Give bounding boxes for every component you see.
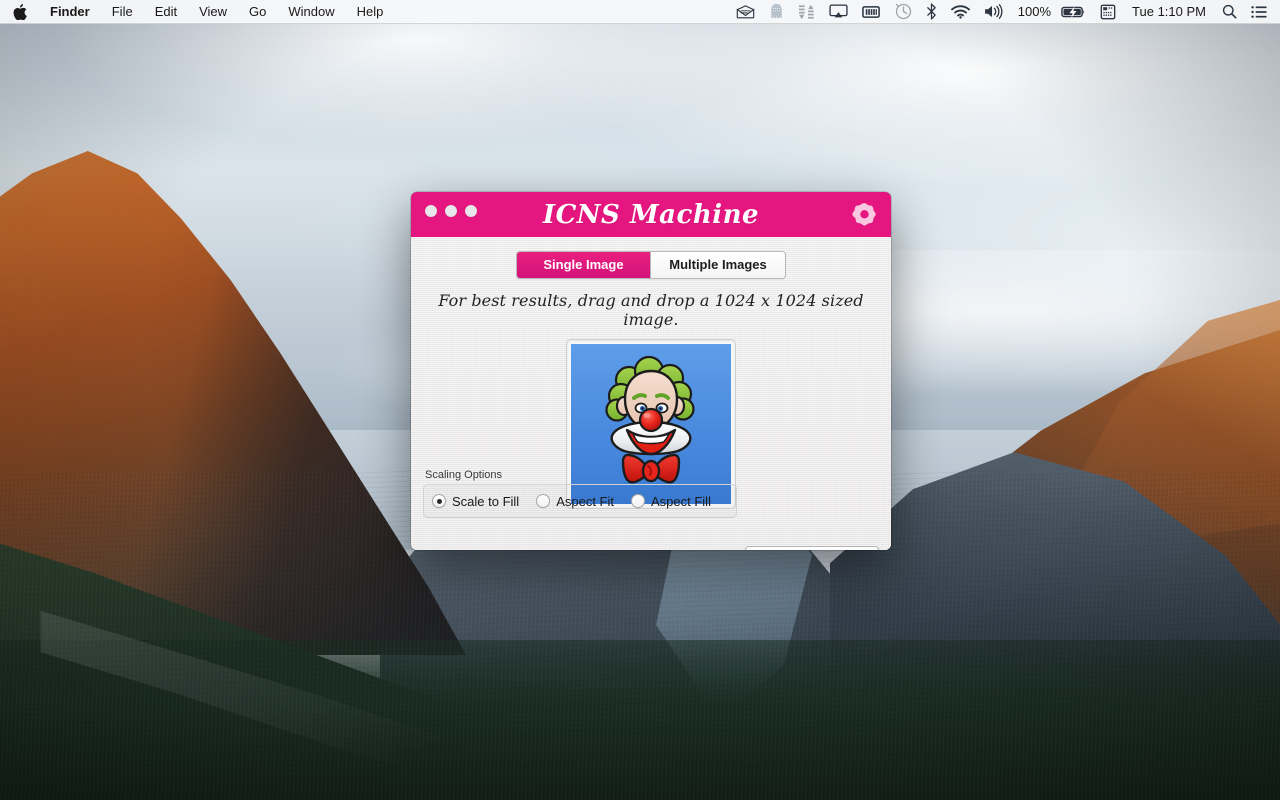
menu-item-view[interactable]: View	[188, 0, 238, 23]
minimize-button[interactable]	[445, 205, 457, 217]
battery-charging-icon[interactable]	[1054, 0, 1093, 23]
window-content: Single Image Multiple Images For best re…	[411, 237, 891, 550]
keyboard-input-icon[interactable]	[1093, 0, 1123, 23]
battery-status-icon[interactable]	[855, 0, 888, 23]
radio-scale-to-fill-label: Scale to Fill	[452, 494, 519, 509]
mode-tabs: Single Image Multiple Images	[411, 237, 891, 279]
action-buttons: Save Clear	[745, 546, 879, 550]
icns-machine-window[interactable]: ICNS Machine Single Image Multiple Image…	[411, 192, 891, 550]
radio-aspect-fit-indicator[interactable]	[536, 494, 550, 508]
zoom-button[interactable]	[465, 205, 477, 217]
close-button[interactable]	[425, 205, 437, 217]
menu-item-finder[interactable]: Finder	[39, 0, 101, 23]
tab-single-image[interactable]: Single Image	[517, 252, 651, 278]
menu-bar-status-area: 100% Tue 1:10 PM	[729, 0, 1280, 23]
scaling-options-group: Scaling Options Scale to Fill Aspect Fit…	[423, 469, 737, 518]
time-machine-icon[interactable]	[888, 0, 919, 23]
apple-menu-icon[interactable]	[0, 0, 39, 23]
menu-item-edit[interactable]: Edit	[144, 0, 188, 23]
window-title: ICNS Machine	[411, 200, 891, 230]
mail-icon[interactable]	[729, 0, 762, 23]
menu-item-help[interactable]: Help	[346, 0, 395, 23]
scaling-options-box: Scale to Fill Aspect Fit Aspect Fill	[423, 484, 737, 518]
window-titlebar[interactable]: ICNS Machine	[411, 192, 891, 237]
airplay-icon[interactable]	[822, 0, 855, 23]
segmented-control: Single Image Multiple Images	[516, 251, 786, 279]
radio-aspect-fill-label: Aspect Fill	[651, 494, 711, 509]
search-icon[interactable]	[1215, 0, 1244, 23]
bluetooth-icon[interactable]	[919, 0, 944, 23]
menu-item-file[interactable]: File	[101, 0, 144, 23]
radio-scale-to-fill-indicator[interactable]	[432, 494, 446, 508]
menu-bar-left: FinderFileEditViewGoWindowHelp	[0, 0, 394, 23]
gear-icon[interactable]	[851, 202, 877, 228]
menu-item-go[interactable]: Go	[238, 0, 277, 23]
radio-aspect-fill-indicator[interactable]	[631, 494, 645, 508]
radio-scale-to-fill[interactable]: Scale to Fill	[432, 494, 519, 509]
notification-center-icon[interactable]	[1244, 0, 1274, 23]
radio-aspect-fit-label: Aspect Fit	[556, 494, 614, 509]
radio-aspect-fit[interactable]: Aspect Fit	[536, 494, 614, 509]
battery-percent-label[interactable]: 100%	[1011, 0, 1054, 23]
scaling-options-label: Scaling Options	[423, 469, 737, 481]
wifi-icon[interactable]	[944, 0, 977, 23]
traffic-lights	[425, 205, 477, 217]
radio-aspect-fill[interactable]: Aspect Fill	[631, 494, 711, 509]
menu-item-window[interactable]: Window	[277, 0, 345, 23]
menu-bar-clock[interactable]: Tue 1:10 PM	[1123, 0, 1215, 23]
volume-icon[interactable]	[977, 0, 1011, 23]
menu-bar: FinderFileEditViewGoWindowHelp	[0, 0, 1280, 24]
transfer-icon[interactable]	[791, 0, 822, 23]
tab-multiple-images[interactable]: Multiple Images	[651, 252, 785, 278]
ghost-icon[interactable]	[762, 0, 791, 23]
drag-drop-hint: For best results, drag and drop a 1024 x…	[411, 291, 891, 329]
save-button[interactable]: Save	[745, 546, 879, 550]
